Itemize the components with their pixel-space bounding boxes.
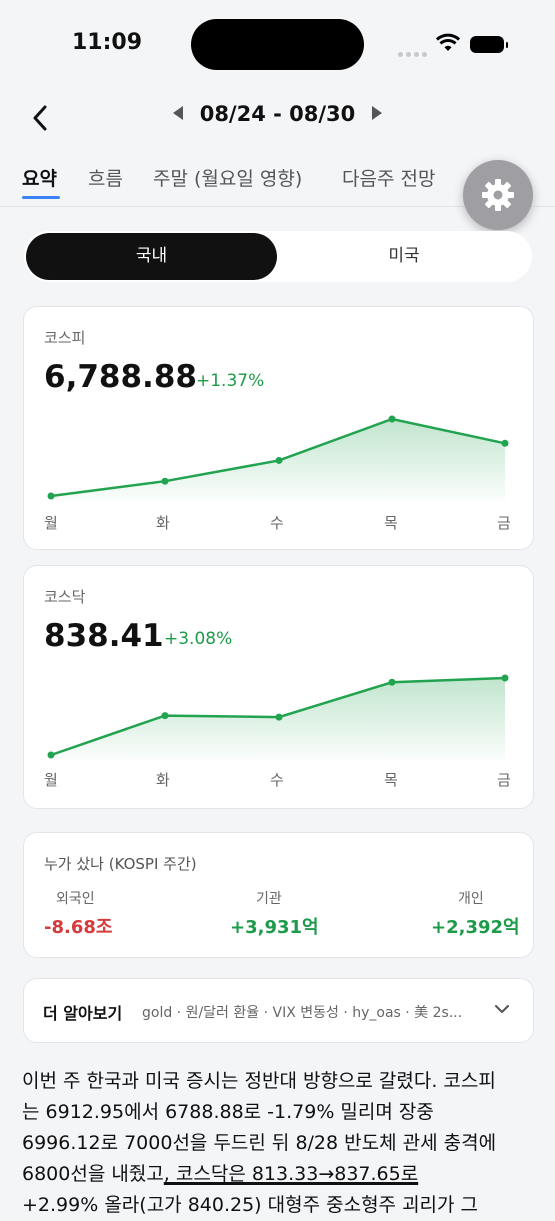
data-point bbox=[501, 439, 509, 447]
foreign-value: -8.68조 bbox=[44, 917, 113, 938]
tab-next-week[interactable]: 다음주 전망 bbox=[342, 164, 435, 191]
summary-line: 는 6912.95에서 6788.88로 -1.79% 밀리며 장중 bbox=[22, 1101, 434, 1123]
x-tick-label: 금 bbox=[497, 514, 511, 532]
data-point bbox=[275, 456, 283, 464]
learn-more-title: 더 알아보기 bbox=[43, 1004, 123, 1023]
battery-icon bbox=[470, 36, 508, 53]
learn-more-accordion[interactable]: 더 알아보기 gold · 원/달러 환율 · VIX 변동성 · hy_oas… bbox=[23, 978, 534, 1043]
active-tab-indicator bbox=[22, 196, 60, 199]
nav-bar: 08/24 - 08/30 bbox=[0, 90, 555, 146]
status-time: 11:09 bbox=[72, 30, 143, 55]
summary-line: 6996.12로 7000선을 두드린 뒤 8/28 반도체 관세 충격에 bbox=[22, 1132, 497, 1154]
x-tick-label: 금 bbox=[497, 771, 511, 789]
x-tick-label: 화 bbox=[156, 771, 170, 789]
data-point bbox=[161, 712, 169, 720]
investor-flow-title: 누가 샀나 (KOSPI 주간) bbox=[44, 855, 197, 873]
x-tick-label: 목 bbox=[384, 771, 398, 789]
learn-more-tags: gold · 원/달러 환율 · VIX 변동성 · hy_oas · 美 2s… bbox=[142, 1005, 463, 1021]
summary-line: 이번 주 한국과 미국 증시는 정반대 방향으로 갈렸다. 코스피 bbox=[22, 1070, 496, 1092]
x-tick-label: 목 bbox=[384, 514, 398, 532]
investor-flow-card: 누가 샀나 (KOSPI 주간) 외국인 -8.68조 기관 +3,931억 개… bbox=[23, 832, 534, 958]
data-point bbox=[388, 415, 396, 423]
data-point bbox=[161, 477, 169, 485]
summary-line: +2.99% 올라(고가 840.25) 대형주 중소형주 괴리가 그 bbox=[22, 1194, 479, 1216]
institution-label: 기관 bbox=[256, 891, 282, 907]
x-tick-label: 수 bbox=[270, 514, 284, 532]
segment-domestic[interactable]: 국내 bbox=[26, 233, 277, 280]
foreign-label: 외국인 bbox=[56, 891, 95, 907]
highlighted-text: , 코스닥은 813.33→837.65로 bbox=[163, 1163, 419, 1185]
settings-button[interactable] bbox=[463, 160, 533, 230]
tab-flow[interactable]: 흐름 bbox=[88, 164, 123, 191]
data-point bbox=[47, 492, 55, 500]
wifi-icon bbox=[436, 33, 460, 51]
tab-weekend[interactable]: 주말 (월요일 영향) bbox=[153, 164, 302, 191]
chevron-down-icon bbox=[495, 1005, 509, 1013]
weekly-summary: 이번 주 한국과 미국 증시는 정반대 방향으로 갈렸다. 코스피 는 6912… bbox=[22, 1066, 537, 1221]
summary-line: 6800선을 내줬고, 코스닥은 813.33→837.65로 bbox=[22, 1159, 537, 1190]
data-point bbox=[275, 713, 283, 721]
dynamic-island bbox=[191, 19, 364, 70]
segment-us[interactable]: 미국 bbox=[278, 233, 530, 280]
data-point bbox=[388, 678, 396, 686]
week-range: 08/24 - 08/30 bbox=[199, 102, 356, 126]
kospi-card[interactable]: 코스피 6,788.88 +1.37% 월 화 수 목 금 bbox=[23, 306, 534, 550]
data-point bbox=[47, 751, 55, 759]
summary-text: 6800선을 내줬고 bbox=[22, 1163, 164, 1185]
retail-label: 개인 bbox=[458, 891, 484, 907]
status-bar: 11:09 bbox=[0, 0, 555, 90]
tab-summary[interactable]: 요약 bbox=[22, 164, 57, 191]
x-tick-label: 월 bbox=[44, 514, 58, 532]
institution-value: +3,931억 bbox=[230, 917, 319, 938]
x-tick-label: 수 bbox=[270, 771, 284, 789]
data-point bbox=[501, 674, 509, 682]
signal-icon bbox=[398, 42, 430, 61]
market-segment-control: 국내 미국 bbox=[24, 231, 532, 282]
gear-icon bbox=[482, 179, 514, 211]
kosdaq-card[interactable]: 코스닥 838.41 +3.08% 월 화 수 목 금 bbox=[23, 565, 534, 809]
retail-value: +2,392억 bbox=[431, 917, 520, 938]
next-week-icon[interactable] bbox=[372, 106, 382, 120]
x-tick-label: 화 bbox=[156, 514, 170, 532]
x-tick-label: 월 bbox=[44, 771, 58, 789]
